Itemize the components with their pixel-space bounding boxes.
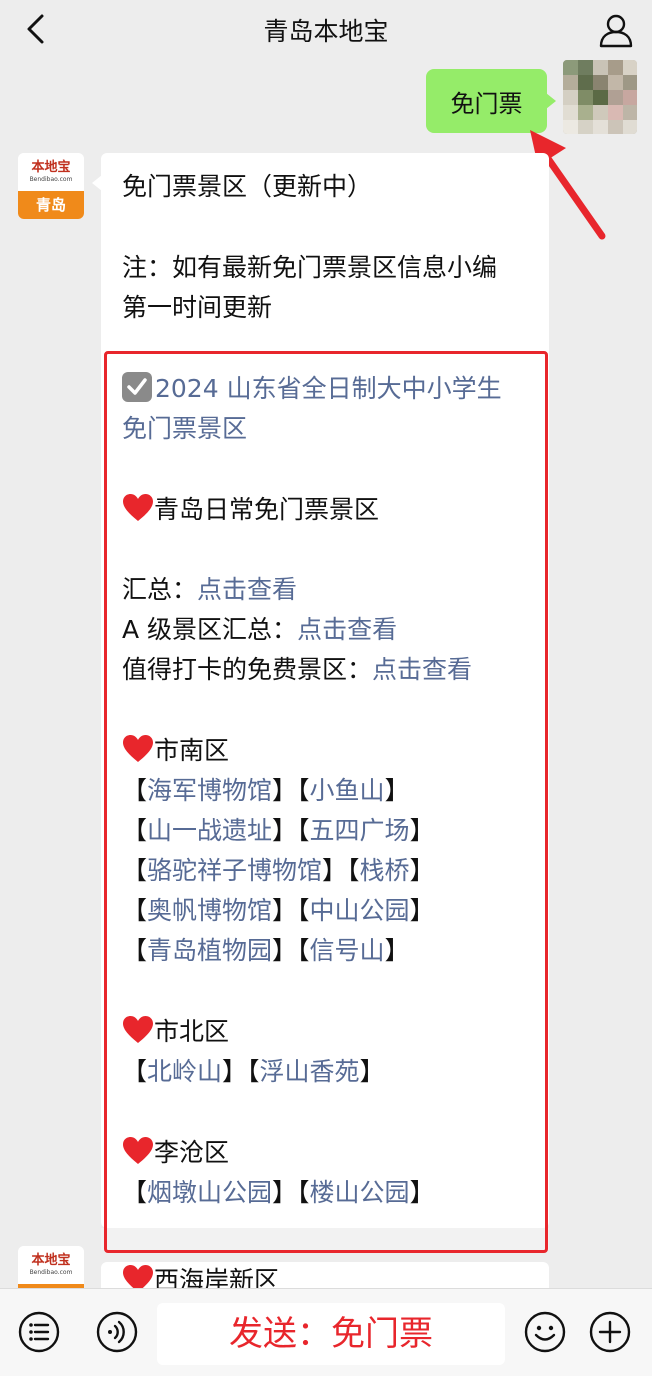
scenic-link[interactable]: 小鱼山 (310, 776, 385, 805)
chat-title: 青岛本地宝 (263, 17, 389, 46)
checkbox-icon (122, 372, 152, 402)
summary-row: 汇总：点击查看 (122, 573, 297, 607)
scenic-row: 【山一战遗址】【五四广场】 (122, 816, 435, 845)
voice-icon[interactable] (96, 1311, 138, 1353)
heart-icon (123, 1016, 153, 1043)
scenic-link[interactable]: 五四广场 (310, 816, 410, 845)
note-line: 第一时间更新 (122, 293, 273, 322)
student-link-text: 2024 山东省全日制大中小学生 (155, 374, 502, 403)
district-name: 市北区 (154, 1017, 230, 1046)
scenic-row: 【烟墩山公园】【楼山公园】 (122, 1178, 435, 1207)
summary-link[interactable]: 点击查看 (297, 615, 397, 644)
bot-avatar-name: 本地宝 (31, 1253, 71, 1268)
user-profile-icon[interactable] (598, 12, 634, 48)
summary-link[interactable]: 点击查看 (372, 655, 472, 684)
student-free-link[interactable]: 2024 山东省全日制大中小学生 (122, 372, 502, 406)
district-name: 李沧区 (154, 1138, 230, 1167)
daily-heading-text: 青岛日常免门票景区 (154, 495, 380, 524)
bot-avatar-city: 青岛 (18, 191, 84, 219)
scenic-row: 【青岛植物园】【信号山】 (122, 936, 410, 965)
message-input[interactable]: 发送：免门票 (157, 1303, 505, 1365)
district-heading: 市南区 (122, 734, 229, 768)
bot-avatar-url: Bendibao.com (29, 1269, 73, 1276)
bot-avatar-name: 本地宝 (31, 160, 71, 175)
scenic-link[interactable]: 骆驼祥子博物馆 (147, 856, 322, 885)
district-name: 市南区 (154, 736, 230, 765)
summary-row: 值得打卡的免费景区：点击查看 (122, 653, 472, 687)
plus-icon[interactable] (589, 1311, 631, 1353)
scenic-row: 【海军博物馆】【小鱼山】 (122, 776, 410, 805)
scenic-link[interactable]: 青岛植物园 (147, 936, 272, 965)
scenic-link[interactable]: 烟墩山公园 (147, 1178, 272, 1207)
outgoing-message-bubble[interactable]: 免门票 (426, 69, 556, 133)
daily-heading: 青岛日常免门票景区 (122, 493, 379, 527)
input-bar: 发送：免门票 (0, 1288, 652, 1376)
district-heading: 李沧区 (122, 1136, 229, 1170)
scenic-link[interactable]: 北岭山 (147, 1057, 222, 1086)
message-title: 免门票景区（更新中） (122, 172, 373, 201)
bubble-footer (101, 1228, 549, 1250)
scenic-link[interactable]: 奥帆博物馆 (147, 896, 272, 925)
scenic-link[interactable]: 山一战遗址 (147, 816, 272, 845)
note-line: 注：如有最新免门票景区信息小编 (122, 253, 498, 282)
scenic-link[interactable]: 中山公园 (310, 896, 410, 925)
summary-label: 汇总： (122, 575, 198, 604)
scenic-row: 【骆驼祥子博物馆】【栈桥】 (122, 856, 435, 885)
bot-avatar[interactable]: 本地宝 Bendibao.com 青岛 (18, 153, 84, 219)
heart-icon (123, 494, 153, 521)
heart-icon (123, 1137, 153, 1164)
scenic-row: 【北岭山】【浮山香苑】 (122, 1057, 385, 1086)
summary-link[interactable]: 点击查看 (197, 575, 297, 604)
summary-label: A 级景区汇总： (122, 615, 298, 644)
student-link-text[interactable]: 免门票景区 (122, 412, 247, 446)
emoji-icon[interactable] (524, 1311, 566, 1353)
incoming-message-bubble: 免门票景区（更新中） 注：如有最新免门票景区信息小编 第一时间更新 2024 山… (92, 153, 549, 1228)
menu-list-icon[interactable] (18, 1311, 60, 1353)
summary-row: A 级景区汇总：点击查看 (122, 613, 397, 647)
bot-avatar-url: Bendibao.com (29, 176, 73, 183)
summary-label: 值得打卡的免费景区： (122, 655, 373, 684)
scenic-link[interactable]: 栈桥 (360, 856, 410, 885)
district-heading: 市北区 (122, 1015, 229, 1049)
scenic-link[interactable]: 海军博物馆 (147, 776, 272, 805)
heart-icon (123, 735, 153, 762)
scenic-link[interactable]: 楼山公园 (310, 1178, 410, 1207)
my-avatar[interactable] (563, 60, 637, 134)
scenic-link[interactable]: 信号山 (310, 936, 385, 965)
scenic-link[interactable]: 浮山香苑 (260, 1057, 360, 1086)
outgoing-message-text: 免门票 (450, 89, 523, 118)
chat-header: 青岛本地宝 (0, 0, 652, 58)
scenic-row: 【奥帆博物馆】【中山公园】 (122, 896, 435, 925)
